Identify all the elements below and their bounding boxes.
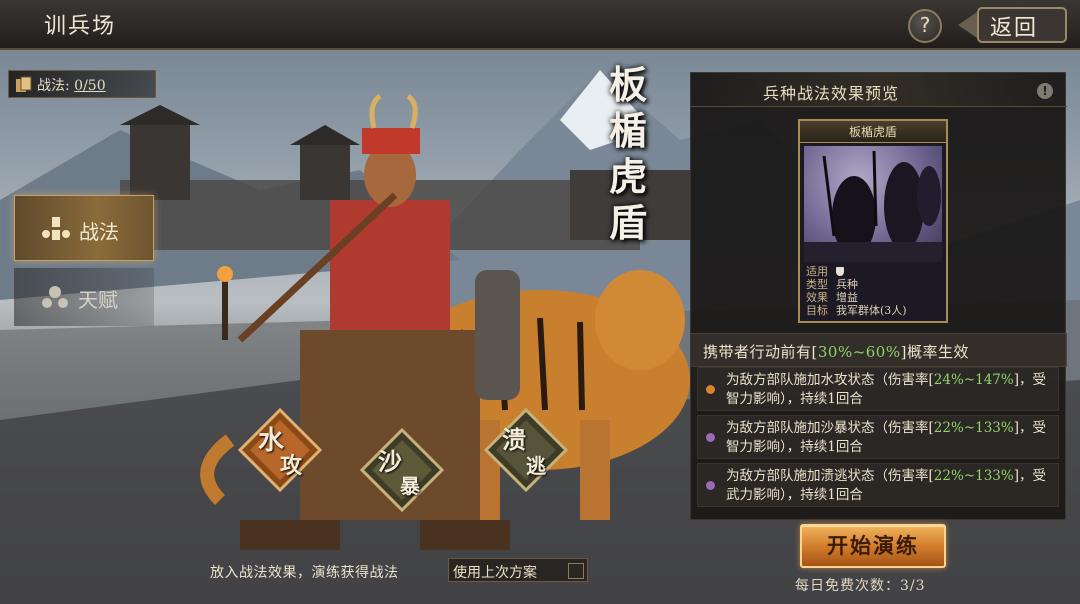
reuse-last-plan[interactable]: 使用上次方案 bbox=[448, 558, 588, 582]
talent-icon bbox=[42, 286, 68, 308]
help-button[interactable]: ? bbox=[908, 9, 942, 43]
back-label: 返回 bbox=[990, 16, 1039, 41]
effect-dot-icon bbox=[706, 385, 715, 394]
reuse-last-plan-label: 使用上次方案 bbox=[453, 565, 537, 581]
skill-badge-water-attack[interactable]: 水 攻 bbox=[237, 407, 323, 493]
daily-free-count: 每日免费次数：3/3 bbox=[795, 578, 926, 594]
tactic-preview-panel: 兵种战法效果预览 ! 板楯虎盾 适用 类型 兵种 效果 增益 目标 我军群体(3人) bbox=[690, 72, 1067, 520]
tab-tactics[interactable]: 战法 bbox=[14, 195, 154, 261]
effect-water-attack: 为敌方部队施加水攻状态（伤害率[24%~147%]，受智力影响），持续1回合 bbox=[697, 367, 1059, 411]
card-row-type: 类型 兵种 bbox=[806, 278, 858, 291]
tab-talent[interactable]: 天赋 bbox=[14, 268, 154, 326]
panel-title: 兵种战法效果预览 bbox=[763, 84, 900, 103]
unit-card[interactable]: 板楯虎盾 适用 类型 兵种 效果 增益 目标 我军群体(3人) bbox=[798, 119, 948, 323]
card-title: 板楯虎盾 bbox=[800, 121, 946, 143]
tactic-icon bbox=[42, 217, 70, 240]
shield-icon bbox=[836, 267, 844, 276]
page-title: 训兵场 bbox=[44, 14, 117, 39]
card-row-target: 目标 我军群体(3人) bbox=[806, 304, 907, 317]
effect-rout: 为敌方部队施加溃逃状态（伤害率[22%~133%]，受武力影响），持续1回合 bbox=[697, 463, 1059, 507]
card-art bbox=[804, 146, 942, 262]
tab-tactics-label: 战法 bbox=[79, 220, 119, 244]
trigger-condition: 携带者行动前有[30%~60%]概率生效 bbox=[691, 333, 1067, 367]
card-row-effect: 效果 增益 bbox=[806, 291, 858, 304]
start-training-button[interactable]: 开始演练 bbox=[800, 524, 946, 568]
cards-icon bbox=[16, 76, 32, 92]
training-hint: 放入战法效果，演练获得战法 bbox=[210, 565, 399, 581]
info-icon[interactable]: ! bbox=[1037, 83, 1053, 99]
panel-header: 兵种战法效果预览 ! bbox=[691, 73, 1067, 107]
tab-talent-label: 天赋 bbox=[78, 288, 118, 312]
tactics-count-value: 0/50 bbox=[74, 78, 106, 94]
effect-sandstorm: 为敌方部队施加沙暴状态（伤害率[22%~133%]，受智力影响），持续1回合 bbox=[697, 415, 1059, 459]
effect-dot-icon bbox=[706, 433, 715, 442]
tactics-count: 战法: 0/50 bbox=[8, 70, 156, 98]
unit-name-vertical: 板 楯 虎 盾 bbox=[608, 62, 647, 245]
card-row-applicable: 适用 bbox=[806, 265, 844, 278]
back-button[interactable]: 返回 bbox=[958, 6, 1070, 44]
top-bar: 训兵场 ? 返回 bbox=[0, 0, 1080, 50]
skill-badge-rout[interactable]: 溃 逃 bbox=[483, 407, 569, 493]
skill-badge-sandstorm[interactable]: 沙 暴 bbox=[359, 427, 445, 513]
effect-dot-icon bbox=[706, 481, 715, 490]
reuse-checkbox[interactable] bbox=[568, 563, 584, 579]
tactics-count-label: 战法: bbox=[37, 78, 70, 94]
